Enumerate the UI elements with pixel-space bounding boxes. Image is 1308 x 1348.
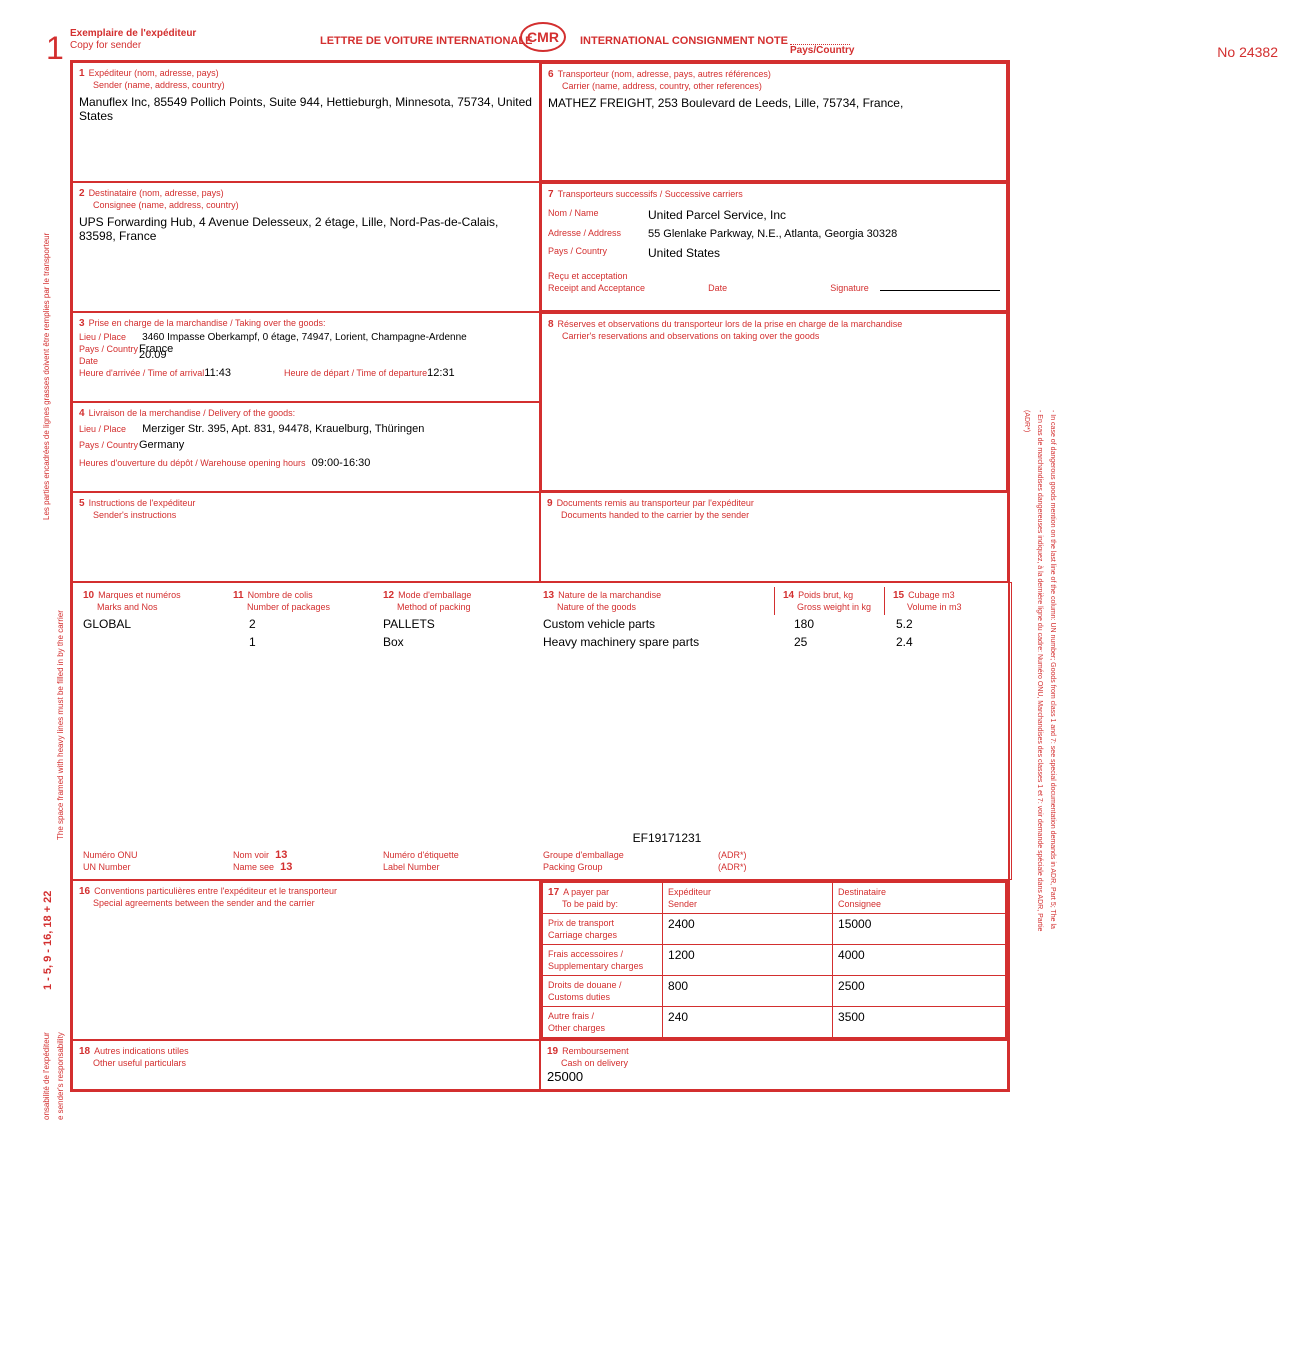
box-5-instructions: 5Instructions de l'expéditeur Sender's i…: [72, 492, 540, 582]
customs-consignee: 2500: [833, 976, 1006, 1007]
carriage-consignee: 15000: [833, 914, 1006, 945]
carrier-value: MATHEZ FREIGHT, 253 Boulevard de Leeds, …: [548, 96, 1000, 110]
delivery-place: Merziger Str. 395, Apt. 831, 94478, Krau…: [142, 423, 424, 435]
sender-value: Manuflex Inc, 85549 Pollich Points, Suit…: [79, 95, 533, 123]
form-body: 1Expéditeur (nom, adresse, pays) Sender …: [70, 60, 1010, 1092]
pays-country-label: Pays/Country: [790, 44, 854, 56]
side-resp-fr: onsabilité de l'expéditeur: [42, 1032, 51, 1120]
box-8-reservations: 8Réserves et observations du transporteu…: [540, 312, 1008, 492]
succ-addr: 55 Glenlake Parkway, N.E., Atlanta, Geor…: [648, 228, 897, 240]
box-7-successive: 7Transporteurs successifs / Successive c…: [540, 182, 1008, 312]
title-fr: LETTRE DE VOITURE INTERNATIONALE: [320, 35, 532, 47]
signature-line: [880, 290, 1000, 291]
warehouse-hours: 09:00-16:30: [312, 457, 371, 469]
side-note-left: Les parties encadrées de lignes grasses …: [42, 220, 51, 520]
box-4-delivery: 4Livraison de la merchandise / Delivery …: [72, 402, 540, 492]
box-1-sender: 1Expéditeur (nom, adresse, pays) Sender …: [72, 62, 540, 182]
side-note-right-en: - In case of dangerous goods mention on …: [1049, 410, 1056, 929]
side-box-numbers: 1 - 5, 9 - 16, 18 + 22: [42, 891, 54, 990]
arrival-time: 11:43: [204, 367, 231, 379]
other-consignee: 3500: [833, 1007, 1006, 1038]
box-6-carrier: 6Transporteur (nom, adresse, pays, autre…: [540, 62, 1008, 182]
box-goods: 10Marques et numérosMarks and Nos 11Nomb…: [72, 582, 1012, 880]
side-note-left-en: The space framed with heavy lines must b…: [56, 610, 65, 840]
succ-country: United States: [648, 246, 720, 260]
copy-number: 1: [46, 30, 64, 67]
goods-row: GLOBAL2PALLETSCustom vehicle parts1805.2: [79, 615, 1005, 633]
departure-time: 12:31: [427, 367, 455, 379]
box-16-agreements: 16Conventions particulières entre l'expé…: [72, 880, 540, 1040]
ef-number: EF19171231: [329, 831, 1005, 845]
side-note-right-fr: - En cas de marchandises dangereuses ind…: [1036, 410, 1043, 931]
box-19-cod: 19Remboursement Cash on delivery 25000: [540, 1040, 1008, 1090]
supp-sender: 1200: [663, 945, 833, 976]
copy-label: Exemplaire de l'expéditeur Copy for send…: [70, 28, 196, 52]
other-sender: 240: [663, 1007, 833, 1038]
cod-value: 25000: [547, 1069, 1001, 1084]
takeover-date: 20.09: [139, 349, 167, 361]
takeover-place: 3460 Impasse Oberkampf, 0 étage, 74947, …: [142, 332, 467, 343]
cmr-badge: CMR: [520, 22, 566, 52]
consignee-value: UPS Forwarding Hub, 4 Avenue Delesseux, …: [79, 215, 533, 243]
title-en: INTERNATIONAL CONSIGNMENT NOTE: [580, 35, 788, 47]
box-18-other: 18Autres indications utiles Other useful…: [72, 1040, 540, 1090]
supp-consignee: 4000: [833, 945, 1006, 976]
goods-row: 1BoxHeavy machinery spare parts252.4: [79, 633, 1005, 651]
customs-sender: 800: [663, 976, 833, 1007]
box-9-documents: 9Documents remis au transporteur par l'e…: [540, 492, 1008, 582]
succ-name: United Parcel Service, Inc: [648, 208, 786, 222]
side-resp-en: e sender's responsability: [56, 1032, 65, 1120]
document-number: No 24382: [1217, 44, 1278, 60]
side-adr: (ADR*): [1023, 410, 1030, 432]
box-3-taking-over: 3Prise en charge de la marchandise / Tak…: [72, 312, 540, 402]
box-17-payment: 17A payer parTo be paid by: ExpéditeurSe…: [540, 880, 1008, 1040]
carriage-sender: 2400: [663, 914, 833, 945]
box-2-consignee: 2Destinataire (nom, adresse, pays) Consi…: [72, 182, 540, 312]
delivery-country: Germany: [139, 439, 184, 451]
